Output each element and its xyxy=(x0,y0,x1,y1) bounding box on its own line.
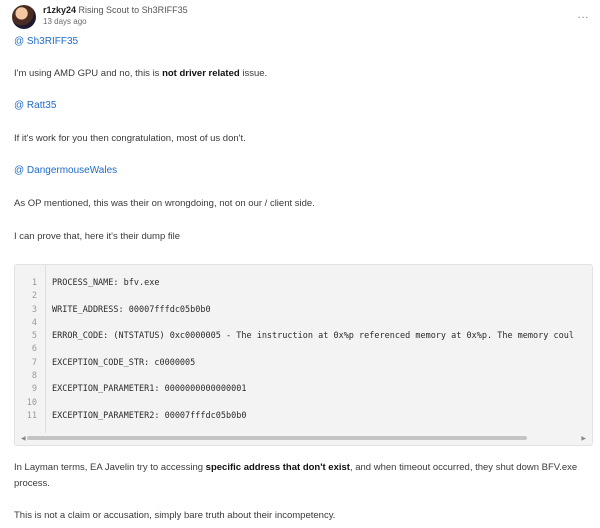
line-content: EXCEPTION_PARAMETER1: 0000000000000001 xyxy=(52,384,247,395)
paragraph-5: In Layman terms, EA Javelin try to acces… xyxy=(14,461,577,475)
more-options-icon[interactable]: … xyxy=(577,7,590,21)
code-line: 8 xyxy=(15,370,592,383)
code-line: 10 xyxy=(15,397,592,410)
scroll-right-arrow-icon[interactable]: ▶ xyxy=(581,435,586,442)
code-line: 6 xyxy=(15,343,592,356)
code-line: 7 EXCEPTION_CODE_STR: c0000005 xyxy=(15,357,592,370)
paragraph-1-text-end: issue. xyxy=(239,68,268,79)
user-avatar[interactable] xyxy=(12,5,36,29)
paragraph-3: As OP mentioned, this was their on wrong… xyxy=(14,198,315,209)
paragraph-6: This is not a claim or accusation, simpl… xyxy=(14,510,336,521)
horizontal-scrollbar-thumb[interactable] xyxy=(27,436,527,440)
code-line: 2 xyxy=(15,290,592,303)
line-number: 2 xyxy=(31,291,37,302)
line-content: WRITE_ADDRESS: 00007fffdc05b0b0 xyxy=(52,304,211,315)
mention-dangermousewales[interactable]: @ DangermouseWales xyxy=(14,165,117,176)
line-number: 1 xyxy=(31,278,37,288)
code-line: 5 ERROR_CODE: (NTSTATUS) 0xc0000005 - The… xyxy=(15,330,592,343)
paragraph-1-text: I'm using AMD GPU and no, this is xyxy=(14,68,163,79)
code-line: 9 EXCEPTION_PARAMETER1: 0000000000000001 xyxy=(15,383,592,396)
code-line: 4 xyxy=(15,317,592,330)
line-number: 7 xyxy=(31,357,37,368)
line-content: ERROR_CODE: (NTSTATUS) 0xc0000005 - The … xyxy=(52,331,574,342)
paragraph-1: I'm using AMD GPU and no, this is not dr… xyxy=(14,67,267,81)
line-number: 8 xyxy=(31,371,37,382)
reply-to-label: to xyxy=(131,5,140,15)
line-number: 4 xyxy=(31,317,37,328)
forum-post: r1zky24 Rising Scout to Sh3RIFF35 13 day… xyxy=(0,0,600,528)
line-number: 9 xyxy=(31,384,37,395)
user-rank: Rising Scout xyxy=(78,5,130,15)
paragraph-5-bold: specific address that don't exist xyxy=(205,462,350,473)
paragraph-4: I can prove that, here it's their dump f… xyxy=(14,231,181,242)
line-content: EXCEPTION_PARAMETER2: 00007fffdc05b0b0 xyxy=(52,410,247,421)
line-number: 5 xyxy=(31,331,37,342)
line-number: 3 xyxy=(31,304,37,315)
paragraph-5-text-end: , and when timeout occurred, they shut d… xyxy=(349,462,578,473)
paragraph-2: If it's work for you then congratulation… xyxy=(14,133,246,144)
reply-to-user[interactable]: Sh3RIFF35 xyxy=(142,5,188,15)
paragraph-5-text: In Layman terms, EA Javelin try to acces… xyxy=(14,462,206,473)
code-line: 1 PROCESS_NAME: bfv.exe xyxy=(15,277,592,290)
mention-ratt35[interactable]: @ Ratt35 xyxy=(14,100,56,111)
paragraph-5-line-2: process. xyxy=(14,478,50,489)
mention-sh3riff35[interactable]: @ Sh3RIFF35 xyxy=(14,36,78,47)
line-number: 10 xyxy=(26,397,37,408)
post-timestamp: 13 days ago xyxy=(43,17,87,26)
line-number: 6 xyxy=(31,344,37,355)
post-author-line: r1zky24 Rising Scout to Sh3RIFF35 xyxy=(43,4,188,16)
code-block[interactable]: 1 PROCESS_NAME: bfv.exe 2 3 WRITE_ADDRESS: 0… xyxy=(14,264,593,446)
scroll-left-arrow-icon[interactable]: ◀ xyxy=(21,435,26,442)
line-number: 11 xyxy=(26,410,37,421)
code-line: 3 WRITE_ADDRESS: 00007fffdc05b0b0 xyxy=(15,304,592,317)
paragraph-1-bold: not driver related xyxy=(162,68,240,79)
line-content: PROCESS_NAME: bfv.exe xyxy=(52,278,160,288)
code-line: 11 EXCEPTION_PARAMETER2: 00007fffdc05b0b0 xyxy=(15,410,592,423)
line-content: EXCEPTION_CODE_STR: c0000005 xyxy=(52,357,196,368)
username[interactable]: r1zky24 xyxy=(43,5,76,15)
code-lines: 1 PROCESS_NAME: bfv.exe 2 3 WRITE_ADDRESS: 0… xyxy=(15,277,592,423)
